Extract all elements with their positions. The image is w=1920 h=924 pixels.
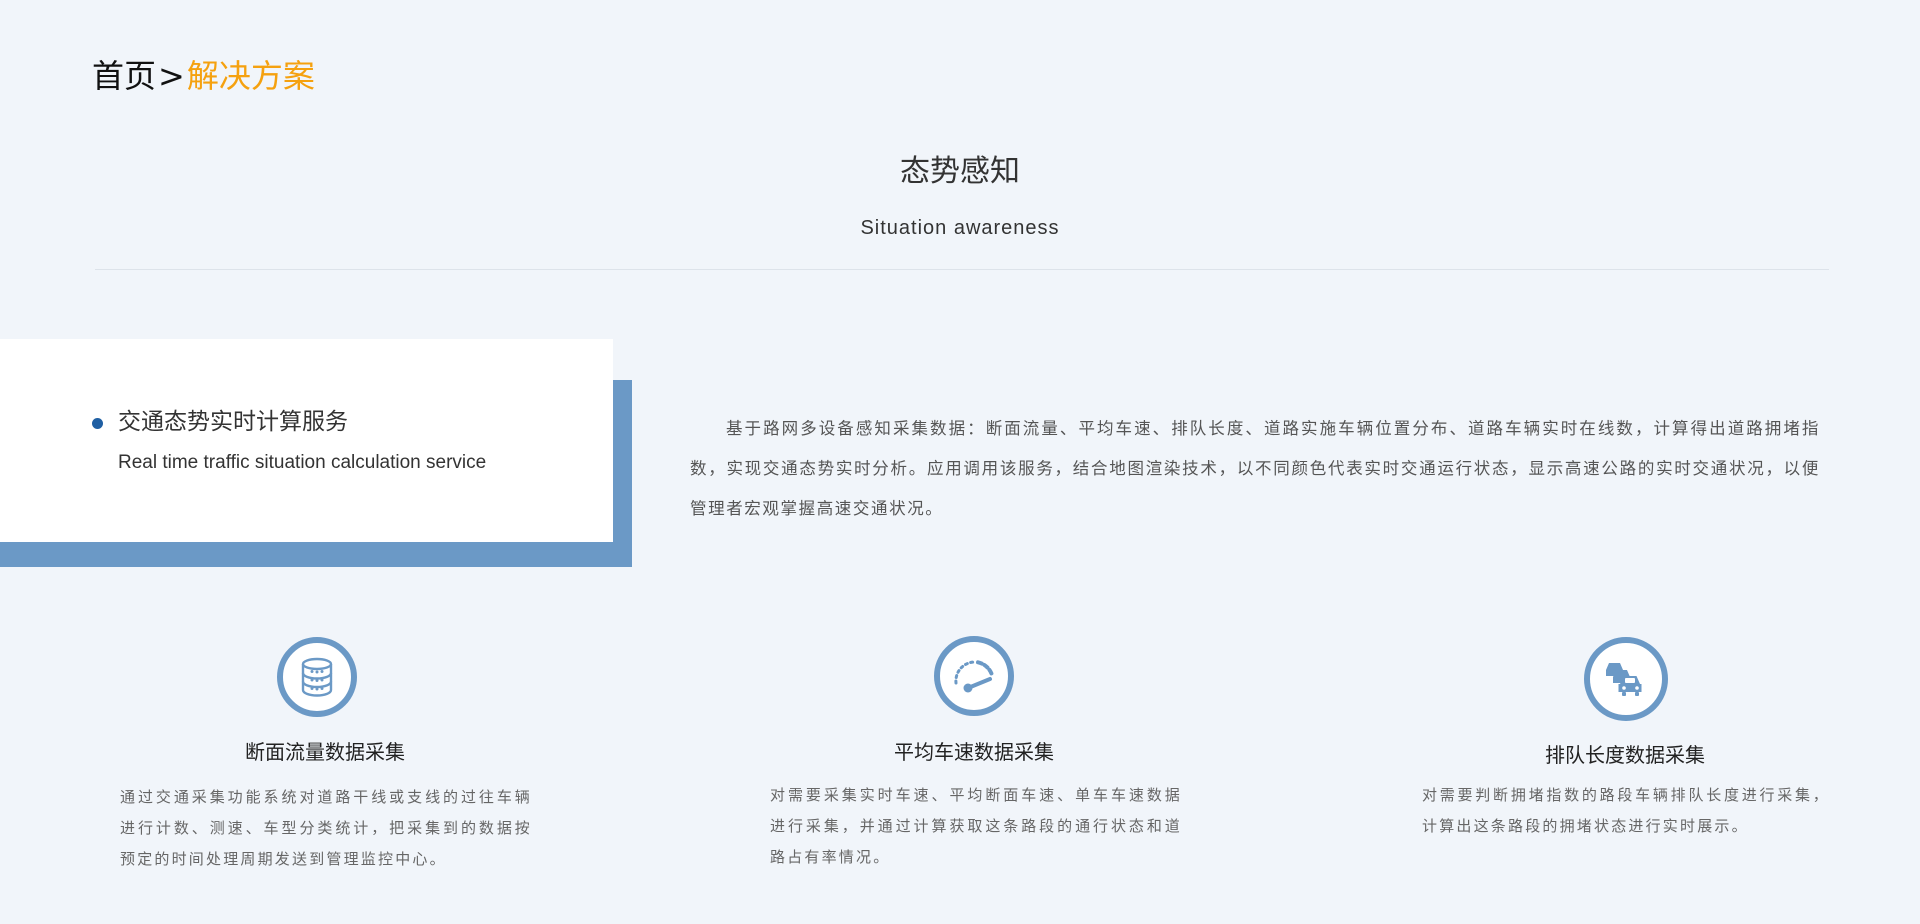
bullet-dot-icon — [92, 418, 103, 429]
breadcrumb: 首页>解决方案 — [92, 54, 315, 98]
feature-item-title: 平均车速数据采集 — [894, 740, 1054, 764]
feature-title-en: Real time traffic situation calculation … — [118, 452, 487, 473]
feature-item-text: 通过交通采集功能系统对道路干线或支线的过往车辆进行计数、测速、车型分类统计，把采… — [120, 788, 532, 868]
section-divider — [95, 269, 1829, 270]
feature-title: 交通态势实时计算服务 — [118, 409, 348, 435]
breadcrumb-current: 解决方案 — [186, 57, 315, 95]
feature-item-text: 对需要采集实时车速、平均断面车速、单车车速数据进行采集，并通过计算获取这条路段的… — [770, 786, 1182, 866]
speedometer-icon — [934, 636, 1014, 716]
section-title: 态势感知 — [900, 154, 1020, 189]
breadcrumb-separator: > — [158, 57, 185, 95]
feature-item-text: 对需要判断拥堵指数的路段车辆排队长度进行采集，计算出这条路段的拥堵状态进行实时展… — [1422, 786, 1830, 835]
feature-card — [0, 339, 613, 542]
section-subtitle: Situation awareness — [860, 217, 1060, 239]
feature-item-title: 排队长度数据采集 — [1545, 743, 1705, 767]
traffic-queue-icon — [1584, 637, 1668, 721]
breadcrumb-home-link[interactable]: 首页 — [92, 57, 156, 95]
feature-item-title: 断面流量数据采集 — [245, 740, 405, 764]
feature-description: 基于路网多设备感知采集数据：断面流量、平均车速、排队长度、道路实施车辆位置分布、… — [690, 419, 1820, 518]
database-icon — [277, 637, 357, 717]
